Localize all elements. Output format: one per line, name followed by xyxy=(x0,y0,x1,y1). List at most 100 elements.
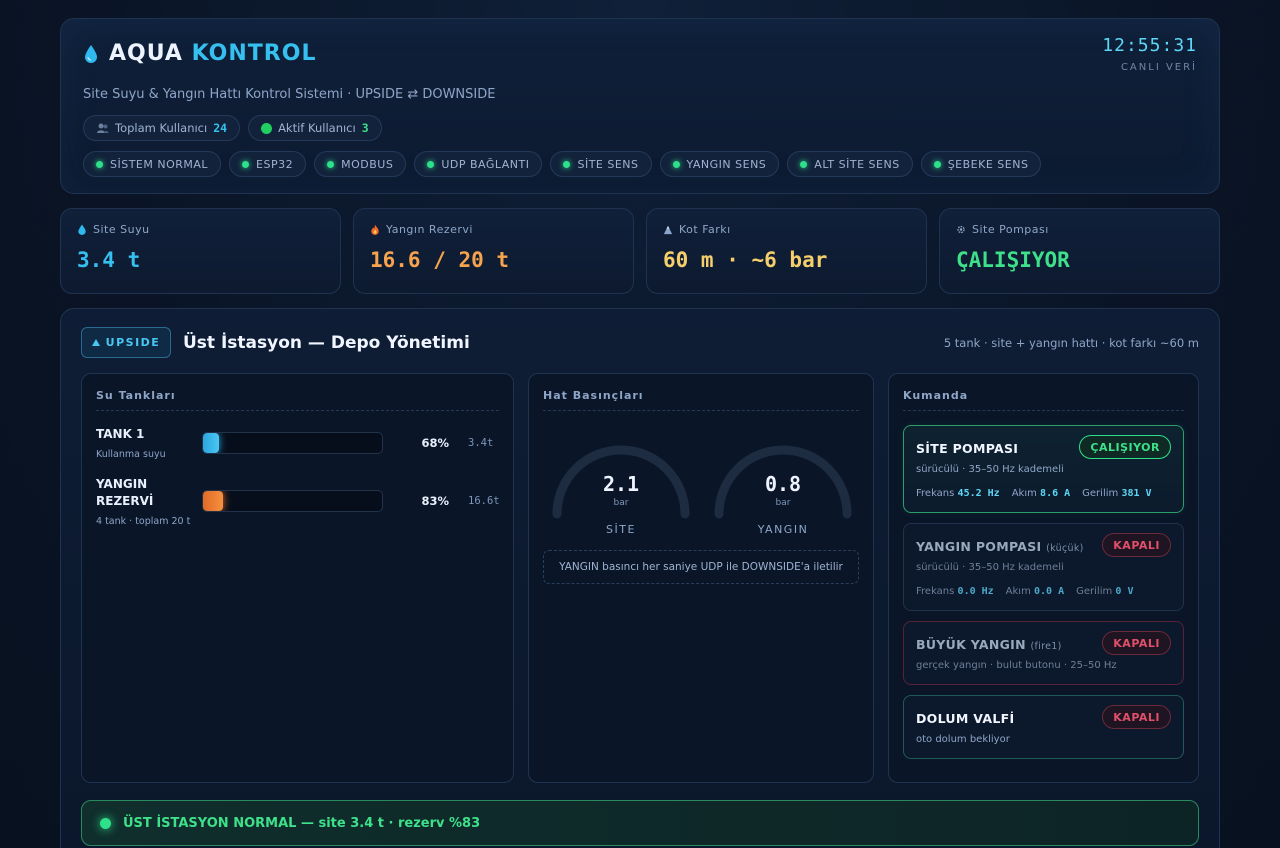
volt-metric: Gerilim 381 V xyxy=(1082,488,1151,499)
panel-title: Üst İstasyon — Depo Yönetimi xyxy=(183,333,470,353)
fire-pump-desc: sürücülü · 35–50 Hz kademeli xyxy=(916,562,1064,573)
fire-pump-card[interactable]: YANGIN POMPASI (küçük) KAPALI sürücülü ·… xyxy=(903,523,1184,611)
fill-valve-status-button[interactable]: KAPALI xyxy=(1102,705,1171,729)
status-label: ESP32 xyxy=(256,157,294,171)
command-panel: Kumanda SİTE POMPASI ÇALIŞIYOR sürücülü … xyxy=(888,373,1199,783)
freq-label: Frekans xyxy=(916,586,955,597)
stat-label: Site Suyu xyxy=(93,223,150,236)
site-pump-status-button[interactable]: ÇALIŞIYOR xyxy=(1079,435,1171,459)
active-dot-icon xyxy=(261,122,273,134)
pressures-panel: Hat Basınçları 2.1 bar SİTE 0.8 bar YANG… xyxy=(528,373,874,783)
status-site-sens: SİTE SENS xyxy=(550,151,652,177)
active-users-label: Aktif Kullanıcı xyxy=(278,121,356,135)
volt-value: 381 V xyxy=(1121,488,1152,499)
freq-value: 0.0 Hz xyxy=(957,586,994,597)
big-fire-status-button[interactable]: KAPALI xyxy=(1102,631,1171,655)
big-fire-name-text: BÜYÜK YANGIN xyxy=(916,637,1026,652)
gauge-unit: bar xyxy=(613,498,629,508)
tank-name: YANGIN REZERVİ 4 tank · toplam 20 t xyxy=(96,476,196,530)
tank-name-text: YANGIN REZERVİ xyxy=(96,477,154,508)
total-users-pill: Toplam Kullanıcı 24 xyxy=(83,115,241,141)
gear-icon xyxy=(957,225,965,234)
status-ok-icon xyxy=(327,160,335,168)
status-sebeke-sens: ŞEBEKE SENS xyxy=(920,151,1042,177)
big-fire-name-small: (fire1) xyxy=(1030,641,1062,652)
volt-label: Gerilim xyxy=(1082,488,1119,499)
tanks-title: Su Tankları xyxy=(96,389,499,411)
status-esp32: ESP32 xyxy=(229,151,307,177)
tank-row: YANGIN REZERVİ 4 tank · toplam 20 t 83% … xyxy=(96,476,500,527)
big-fire-card[interactable]: BÜYÜK YANGIN (fire1) KAPALI gerçek yangı… xyxy=(903,621,1184,685)
water-drop-icon xyxy=(85,44,97,63)
big-fire-name: BÜYÜK YANGIN (fire1) xyxy=(916,637,1062,652)
stat-site-pump: Site Pompası ÇALIŞIYOR xyxy=(939,208,1220,294)
volt-label: Gerilim xyxy=(1076,586,1113,597)
status-ok-icon xyxy=(96,160,103,168)
stat-site-water: Site Suyu 3.4 t xyxy=(60,208,341,294)
site-pump-metrics: Frekans 45.2 Hz Akım 8.6 A Gerilim 381 V xyxy=(916,488,1152,499)
user-counts: Toplam Kullanıcı 24 Aktif Kullanıcı 3 xyxy=(83,115,382,141)
fill-valve-desc: oto dolum bekliyor xyxy=(916,734,1010,745)
status-label: ŞEBEKE SENS xyxy=(947,157,1029,171)
fire-icon xyxy=(371,224,379,235)
freq-metric: Frekans 45.2 Hz xyxy=(916,488,1000,499)
tank-level-fill xyxy=(203,491,223,511)
status-label: MODBUS xyxy=(341,157,394,171)
drop-icon xyxy=(78,224,86,235)
status-ok-icon xyxy=(100,817,111,829)
tanks-panel: Su Tankları TANK 1 Kullanma suyu 68% 3.4… xyxy=(81,373,514,783)
status-udp: UDP BAĞLANTI xyxy=(414,151,543,177)
freq-metric: Frekans 0.0 Hz xyxy=(916,586,994,597)
app-subtitle: Site Suyu & Yangın Hattı Kontrol Sistemi… xyxy=(83,87,496,102)
panel-meta: 5 tank · site + yangın hattı · kot farkı… xyxy=(943,336,1199,350)
tank-level-bar xyxy=(202,432,383,454)
volt-metric: Gerilim 0 V xyxy=(1076,586,1133,597)
status-modbus: MODBUS xyxy=(314,151,407,177)
status-label: UDP BAĞLANTI xyxy=(441,157,530,171)
site-pump-desc: sürücülü · 35–50 Hz kademeli xyxy=(916,464,1064,475)
stat-label: Site Pompası xyxy=(972,223,1049,236)
volt-value: 0 V xyxy=(1115,586,1134,597)
gauge-name: YANGIN xyxy=(757,523,809,536)
brand: AQUA KONTROL xyxy=(83,41,316,66)
active-users-count: 3 xyxy=(361,121,369,135)
stat-value: 60 m · ~6 bar xyxy=(663,248,828,272)
gauge-site: 2.1 bar SİTE xyxy=(551,442,691,542)
tank-tons: 16.6t xyxy=(468,495,500,507)
status-ok-icon xyxy=(800,160,808,168)
live-clock: 12:55:31 CANLI VERİ xyxy=(1102,35,1197,73)
stat-label: Yangın Rezervi xyxy=(386,223,473,236)
fill-valve-card[interactable]: DOLUM VALFİ KAPALI oto dolum bekliyor xyxy=(903,695,1184,759)
fill-valve-name: DOLUM VALFİ xyxy=(916,711,1015,726)
tank-name-text: TANK 1 xyxy=(96,427,145,441)
stat-label-row: Kot Farkı xyxy=(663,223,910,236)
gauge-yangin: 0.8 bar YANGIN xyxy=(713,442,853,542)
stat-value: ÇALIŞIYOR xyxy=(956,248,1070,272)
tank-level-bar xyxy=(202,490,383,512)
stat-value: 16.6 / 20 t xyxy=(370,248,510,272)
app-title: AQUA KONTROL xyxy=(109,41,316,66)
command-title: Kumanda xyxy=(903,389,1184,411)
amp-metric: Akım 8.6 A xyxy=(1012,488,1070,499)
amp-value: 0.0 A xyxy=(1034,586,1065,597)
status-label: ALT SİTE SENS xyxy=(814,157,900,171)
site-pump-name: SİTE POMPASI xyxy=(916,441,1019,456)
gauge-name: SİTE xyxy=(606,523,636,536)
tank-level-fill xyxy=(203,433,220,453)
status-label: YANGIN SENS xyxy=(686,157,767,171)
stat-label-row: Site Pompası xyxy=(956,223,1203,236)
gauge-value: 0.8 xyxy=(764,472,802,496)
app-title-part1: AQUA xyxy=(109,41,183,66)
tank-row: TANK 1 Kullanma suyu 68% 3.4t xyxy=(96,426,499,466)
amp-label: Akım xyxy=(1005,586,1031,597)
freq-value: 45.2 Hz xyxy=(957,488,1000,499)
status-yangin-sens: YANGIN SENS xyxy=(659,151,780,177)
stat-elevation-diff: Kot Farkı 60 m · ~6 bar xyxy=(646,208,927,294)
tank-name: TANK 1 Kullanma suyu xyxy=(96,426,196,463)
tank-percent: 83% xyxy=(421,494,449,508)
fire-pump-status-button[interactable]: KAPALI xyxy=(1102,533,1171,557)
status-alt-site-sens: ALT SİTE SENS xyxy=(787,151,913,177)
status-ok-icon xyxy=(933,160,941,168)
site-pump-card[interactable]: SİTE POMPASI ÇALIŞIYOR sürücülü · 35–50 … xyxy=(903,425,1184,513)
mountain-icon xyxy=(663,225,673,235)
